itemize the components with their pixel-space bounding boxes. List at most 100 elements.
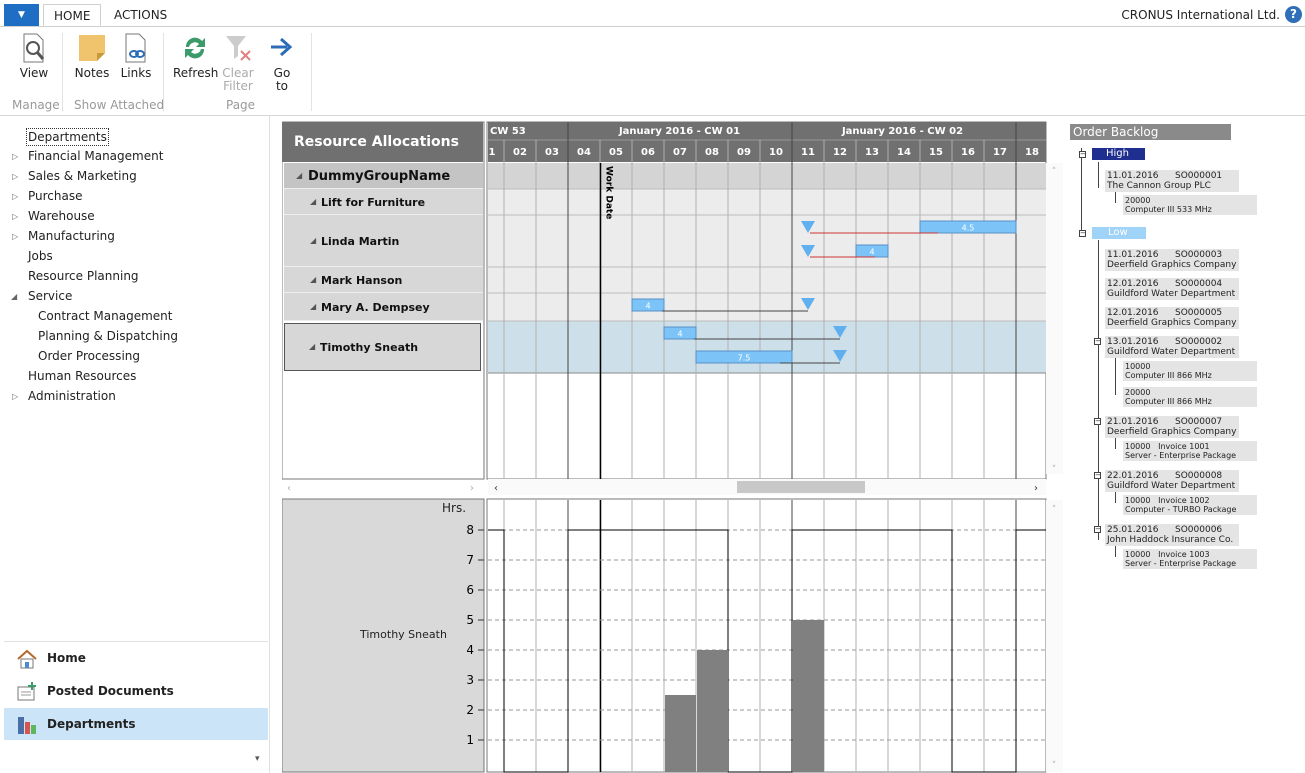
expand-icon[interactable]: ▷ (12, 172, 18, 181)
nav-home-button[interactable]: Home (4, 642, 268, 674)
day-label: 1 (489, 147, 496, 158)
tree-line (1115, 358, 1116, 395)
resource-row-timothy[interactable]: ◢ Timothy Sneath (284, 323, 481, 371)
nav-home-label: Home (47, 651, 86, 665)
resource-group-row[interactable]: ◢ DummyGroupName (284, 163, 483, 189)
group-show-attached-label: Show Attached (74, 98, 165, 112)
nav-departments-button[interactable]: Departments (4, 708, 268, 740)
nav-warehouse[interactable]: Warehouse (28, 208, 95, 224)
order-line-desc: Computer III 866 MHz (1125, 371, 1212, 380)
y-tick-label: 5 (466, 613, 474, 627)
order-customer: Guildford Water Department (1107, 289, 1236, 299)
day-label: 04 (577, 147, 591, 158)
row-bands (488, 163, 1046, 373)
nav-manufacturing[interactable]: Manufacturing (28, 228, 115, 244)
goto-button[interactable]: Go to (268, 33, 296, 93)
posted-documents-icon (17, 682, 36, 701)
order-customer: John Haddock Insurance Co. (1107, 535, 1234, 545)
order-backlog-title: Order Backlog (1070, 124, 1231, 140)
nav-financial-management[interactable]: Financial Management (28, 148, 163, 164)
nav-posted-documents-label: Posted Documents (47, 684, 174, 698)
resource-allocations-title: Resource Allocations (282, 122, 483, 162)
ribbon: ▼ HOME ACTIONS CRONUS International Ltd.… (0, 0, 1305, 116)
order-number: SO000003 (1175, 250, 1223, 260)
tree-line (1081, 148, 1082, 232)
resource-row-linda[interactable]: ◢ Linda Martin (284, 215, 483, 267)
load-bar (697, 650, 728, 772)
resource-row-mark[interactable]: ◢ Mark Hanson (284, 267, 483, 293)
links-button[interactable]: Links (120, 33, 152, 80)
arrow-right-icon (271, 37, 293, 57)
histogram-resource-name: Timothy Sneath (360, 628, 447, 641)
timeline-row-band (488, 293, 1046, 321)
clear-filter-button[interactable]: Clear Filter (221, 33, 255, 93)
notes-icon (79, 35, 105, 61)
order-number: SO000004 (1175, 279, 1223, 289)
order-line-no: 10000 Invoice 1003 (1125, 550, 1210, 559)
links-icon (125, 33, 146, 63)
tab-actions[interactable]: ACTIONS (104, 4, 177, 26)
day-label: 07 (673, 147, 687, 158)
nav-posted-documents-button[interactable]: Posted Documents (4, 675, 268, 707)
app-menu-button[interactable]: ▼ (4, 4, 39, 26)
expand-icon[interactable]: ▷ (12, 192, 18, 201)
expand-icon[interactable]: ▷ (12, 232, 18, 241)
collapse-icon[interactable]: − (1094, 526, 1101, 533)
collapse-icon[interactable]: − (1094, 338, 1101, 345)
order-line-no: 10000 Invoice 1002 (1125, 496, 1210, 505)
collapse-icon[interactable]: − (1094, 472, 1101, 479)
svg-text:˄: ˄ (1052, 505, 1057, 515)
resource-name: Lift for Furniture (321, 196, 426, 209)
home-icon (17, 649, 37, 669)
order-line-no: 20000 (1125, 388, 1151, 397)
refresh-button[interactable]: Refresh (173, 33, 218, 80)
svg-text:˅: ˅ (1052, 465, 1057, 475)
clear-filter-icon (226, 36, 251, 61)
nav-contract-management[interactable]: Contract Management (38, 308, 172, 324)
allocation-bar-label: 4 (677, 330, 682, 339)
day-label: 06 (641, 147, 655, 158)
nav-resource-planning[interactable]: Resource Planning (28, 268, 139, 284)
collapse-icon[interactable]: − (1094, 418, 1101, 425)
expand-icon[interactable]: ▷ (12, 152, 18, 161)
allocation-bar-label: 4 (645, 302, 650, 311)
tab-home[interactable]: HOME (43, 4, 102, 26)
week-label: January 2016 - CW 01 (618, 126, 740, 137)
histogram-unit: Hrs. (442, 501, 467, 515)
view-button[interactable]: View (18, 33, 50, 80)
resource-row-mary[interactable]: ◢ Mary A. Dempsey (284, 293, 483, 321)
tree-line (1098, 162, 1099, 188)
nav-planning-dispatching[interactable]: Planning & Dispatching (38, 328, 178, 344)
notes-button[interactable]: Notes (74, 33, 110, 80)
collapse-icon[interactable]: ◢ (296, 171, 302, 180)
svg-text:‹: ‹ (287, 483, 291, 494)
day-label: 05 (609, 147, 623, 158)
y-tick-label: 1 (466, 733, 474, 747)
help-icon[interactable]: ? (1285, 6, 1302, 23)
order-customer: The Cannon Group PLC (1107, 181, 1211, 191)
nav-service[interactable]: Service (28, 288, 72, 304)
expand-icon[interactable]: ▷ (12, 392, 18, 401)
ribbon-separator (311, 33, 312, 111)
nav-sales-marketing[interactable]: Sales & Marketing (28, 168, 137, 184)
nav-jobs[interactable]: Jobs (28, 248, 53, 264)
nav-options-icon[interactable]: ▾ (255, 754, 260, 764)
goto-label: Go to (273, 66, 291, 93)
day-label: 17 (993, 147, 1007, 158)
nav-departments[interactable]: Departments (26, 128, 109, 146)
allocation-bar-label: 7.5 (738, 354, 751, 363)
expand-icon[interactable]: ▷ (12, 212, 18, 221)
timeline-row-band (488, 189, 1046, 215)
day-label: 08 (705, 147, 719, 158)
nav-human-resources[interactable]: Human Resources (28, 368, 136, 384)
order-number: SO000005 (1175, 308, 1223, 318)
collapse-icon[interactable]: ◢ (11, 292, 17, 301)
nav-administration[interactable]: Administration (28, 388, 116, 404)
nav-order-processing[interactable]: Order Processing (38, 348, 140, 364)
nav-purchase[interactable]: Purchase (28, 188, 83, 204)
timeline-row-band (488, 163, 1046, 189)
collapse-icon[interactable]: − (1079, 151, 1086, 158)
resource-row-lift[interactable]: ◢ Lift for Furniture (284, 189, 483, 215)
collapse-icon[interactable]: − (1079, 230, 1086, 237)
clear-filter-label: Clear Filter (222, 66, 254, 93)
